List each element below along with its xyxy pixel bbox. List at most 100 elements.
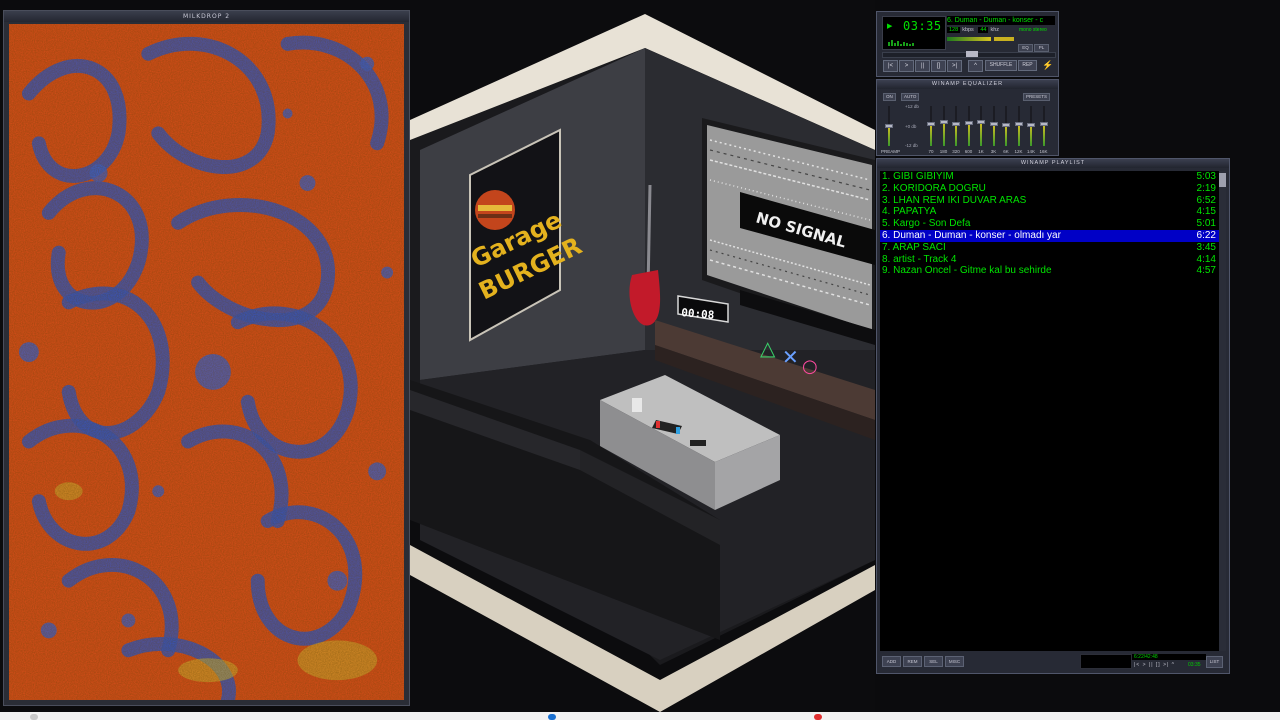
eq-slider-fill [1005,125,1007,146]
eq-band-slider-70[interactable] [927,106,935,146]
eq-slider-fill [1042,124,1045,146]
playlist-row[interactable]: 1. GİBİ GİBİYİM 5:03 [880,171,1220,183]
playlist-mini-transport[interactable]: |< > || [] >| ^ [1134,662,1175,668]
visualization-art [9,24,404,700]
preamp-slider[interactable] [885,106,893,146]
volume-slider[interactable] [947,37,991,41]
track-duration: 4:15 [1196,206,1216,218]
taskbar-icon[interactable] [30,714,38,720]
previous-button[interactable]: |< [883,60,898,72]
eq-band-slider-600[interactable] [964,106,973,146]
milkdrop-title[interactable]: MILKDROP 2 [4,11,409,22]
track-duration: 5:03 [1196,171,1216,182]
playlist-row[interactable]: 3. LHAN REM IKI DUVAR ARAS 6:52 [880,195,1220,207]
eq-slider-fill [992,124,995,146]
taskbar-icon[interactable] [814,714,822,720]
shuffle-button[interactable]: SHUFFLE [985,60,1017,71]
svg-text:△: △ [760,336,776,360]
mini-spectrum-visualizer[interactable] [887,37,937,46]
eq-slider-knob[interactable] [989,122,998,127]
winamp-main-window[interactable]: ▶ 03:35 6. Duman - Duman - konser - c 12… [876,11,1059,77]
eq-slider-fill [955,124,957,146]
elapsed-time[interactable]: 03:35 [903,19,942,33]
milkdrop-visualization [9,24,404,700]
winamp-equalizer-window[interactable]: WINAMP EQUALIZER ON AUTO PRESETS +12 db … [876,79,1059,156]
track-title: 6. Duman - Duman - konser - olmadı yar [882,229,1061,241]
track-title: 4. PAPATYA [882,206,937,218]
playlist-scroll-knob[interactable] [1219,173,1226,187]
eq-band-slider-16k[interactable] [1039,106,1048,146]
seek-bar[interactable] [882,51,1056,58]
room-scene: Garage BURGER NO SIGNAL 00:08 △ ✕ ○ [410,0,875,712]
eq-slider-knob[interactable] [1002,123,1010,128]
eq-slider-fill [1030,124,1032,146]
eq-presets-button[interactable]: PRESETS [1023,93,1051,101]
kbps-label: kbps [962,27,974,33]
eq-slider-knob[interactable] [1039,122,1048,127]
eq-band-slider-1k[interactable] [977,106,985,146]
playlist-list[interactable]: 1. GİBİ GİBİYİM 5:03 2. KORIDORA DOGRU 2:19… [880,171,1220,651]
select-button[interactable]: SEL [924,656,943,667]
eq-slider-fill [980,122,982,146]
eq-slider-fill [942,121,945,146]
eq-on-button[interactable]: ON [883,93,896,101]
track-duration: 2:19 [1196,182,1216,194]
play-button[interactable]: > [899,60,914,72]
misc-button[interactable]: MISC [945,656,964,667]
remove-button[interactable]: REM [903,656,922,667]
eq-band-slider-180[interactable] [939,106,948,146]
winamp-playlist-window[interactable]: WINAMP PLAYLIST 1. GİBİ GİBİYİM 5:03 2. KO… [876,158,1230,674]
pause-button[interactable]: || [915,60,930,72]
eq-slider-knob[interactable] [964,121,973,126]
playlist-row[interactable]: 2. KORIDORA DOGRU 2:19 [880,183,1220,195]
eq-slider-fill [967,122,970,146]
track-title: 9. Nazan Oncel - Gitme kal bu sehirde [882,265,1052,277]
playlist-scrollbar[interactable] [1219,171,1226,651]
eq-auto-button[interactable]: AUTO [901,93,920,101]
track-duration: 4:14 [1196,253,1216,265]
stop-button[interactable]: [] [931,60,946,72]
playlist-mini-vis [1080,654,1132,669]
milkdrop-window[interactable]: MILKDROP 2 [3,10,410,706]
seek-knob[interactable] [966,51,978,57]
eq-slider-knob[interactable] [977,120,985,125]
track-duration: 3:45 [1196,241,1216,253]
taskbar-icon[interactable] [548,714,556,720]
equalizer-title[interactable]: WINAMP EQUALIZER [877,80,1058,89]
eq-slider-knob[interactable] [939,119,948,124]
playlist-row[interactable]: 8. artist - Track 4 4:14 [880,254,1220,266]
next-button[interactable]: >| [947,60,962,72]
eq-band-slider-14k[interactable] [1027,106,1035,146]
eq-toggle-button[interactable]: EQ [1018,44,1033,52]
track-title: 1. GİBİ GİBİYİM [882,171,954,182]
repeat-button[interactable]: REP [1018,60,1037,71]
eq-band-slider-320[interactable] [952,106,960,146]
eq-band-slider-3k[interactable] [989,106,998,146]
playlist-row[interactable]: 5. Kargo - Son Defa 5:01 [880,218,1220,230]
track-duration: 5:01 [1196,218,1216,230]
eq-slider-fill [888,126,890,146]
playlist-title[interactable]: WINAMP PLAYLIST [877,159,1229,168]
preamp-label: PREAMP [881,149,901,154]
eq-slider-knob[interactable] [927,122,935,127]
mono-stereo-indicator: mono stereo [1019,27,1047,33]
eq-band-slider-12k[interactable] [1014,106,1023,146]
playlist-row[interactable]: 7. ARAP SACI 3:45 [880,242,1220,254]
play-indicator-icon: ▶ [887,23,893,30]
eq-slider-knob[interactable] [1014,121,1023,126]
eq-slider-knob[interactable] [885,124,893,128]
winamp-logo-icon[interactable]: ⚡ [1042,60,1053,71]
balance-slider[interactable] [994,37,1014,41]
playlist-row[interactable]: 6. Duman - Duman - konser - olmadı yar 6:… [880,229,1220,242]
list-options-button[interactable]: LIST [1206,656,1223,668]
playlist-row[interactable]: 4. PAPATYA 4:15 [880,206,1220,218]
eq-band-slider-6k[interactable] [1002,106,1010,146]
track-duration: 6:22 [1196,229,1216,241]
eq-slider-knob[interactable] [952,122,960,127]
eject-button[interactable]: ^ [968,60,983,72]
add-button[interactable]: ADD [882,656,901,667]
track-title: 8. artist - Track 4 [882,253,957,265]
playlist-toggle-button[interactable]: PL [1034,44,1049,52]
playlist-row[interactable]: 9. Nazan Oncel - Gitme kal bu sehirde 4:5… [880,265,1220,277]
eq-slider-knob[interactable] [1027,122,1035,127]
